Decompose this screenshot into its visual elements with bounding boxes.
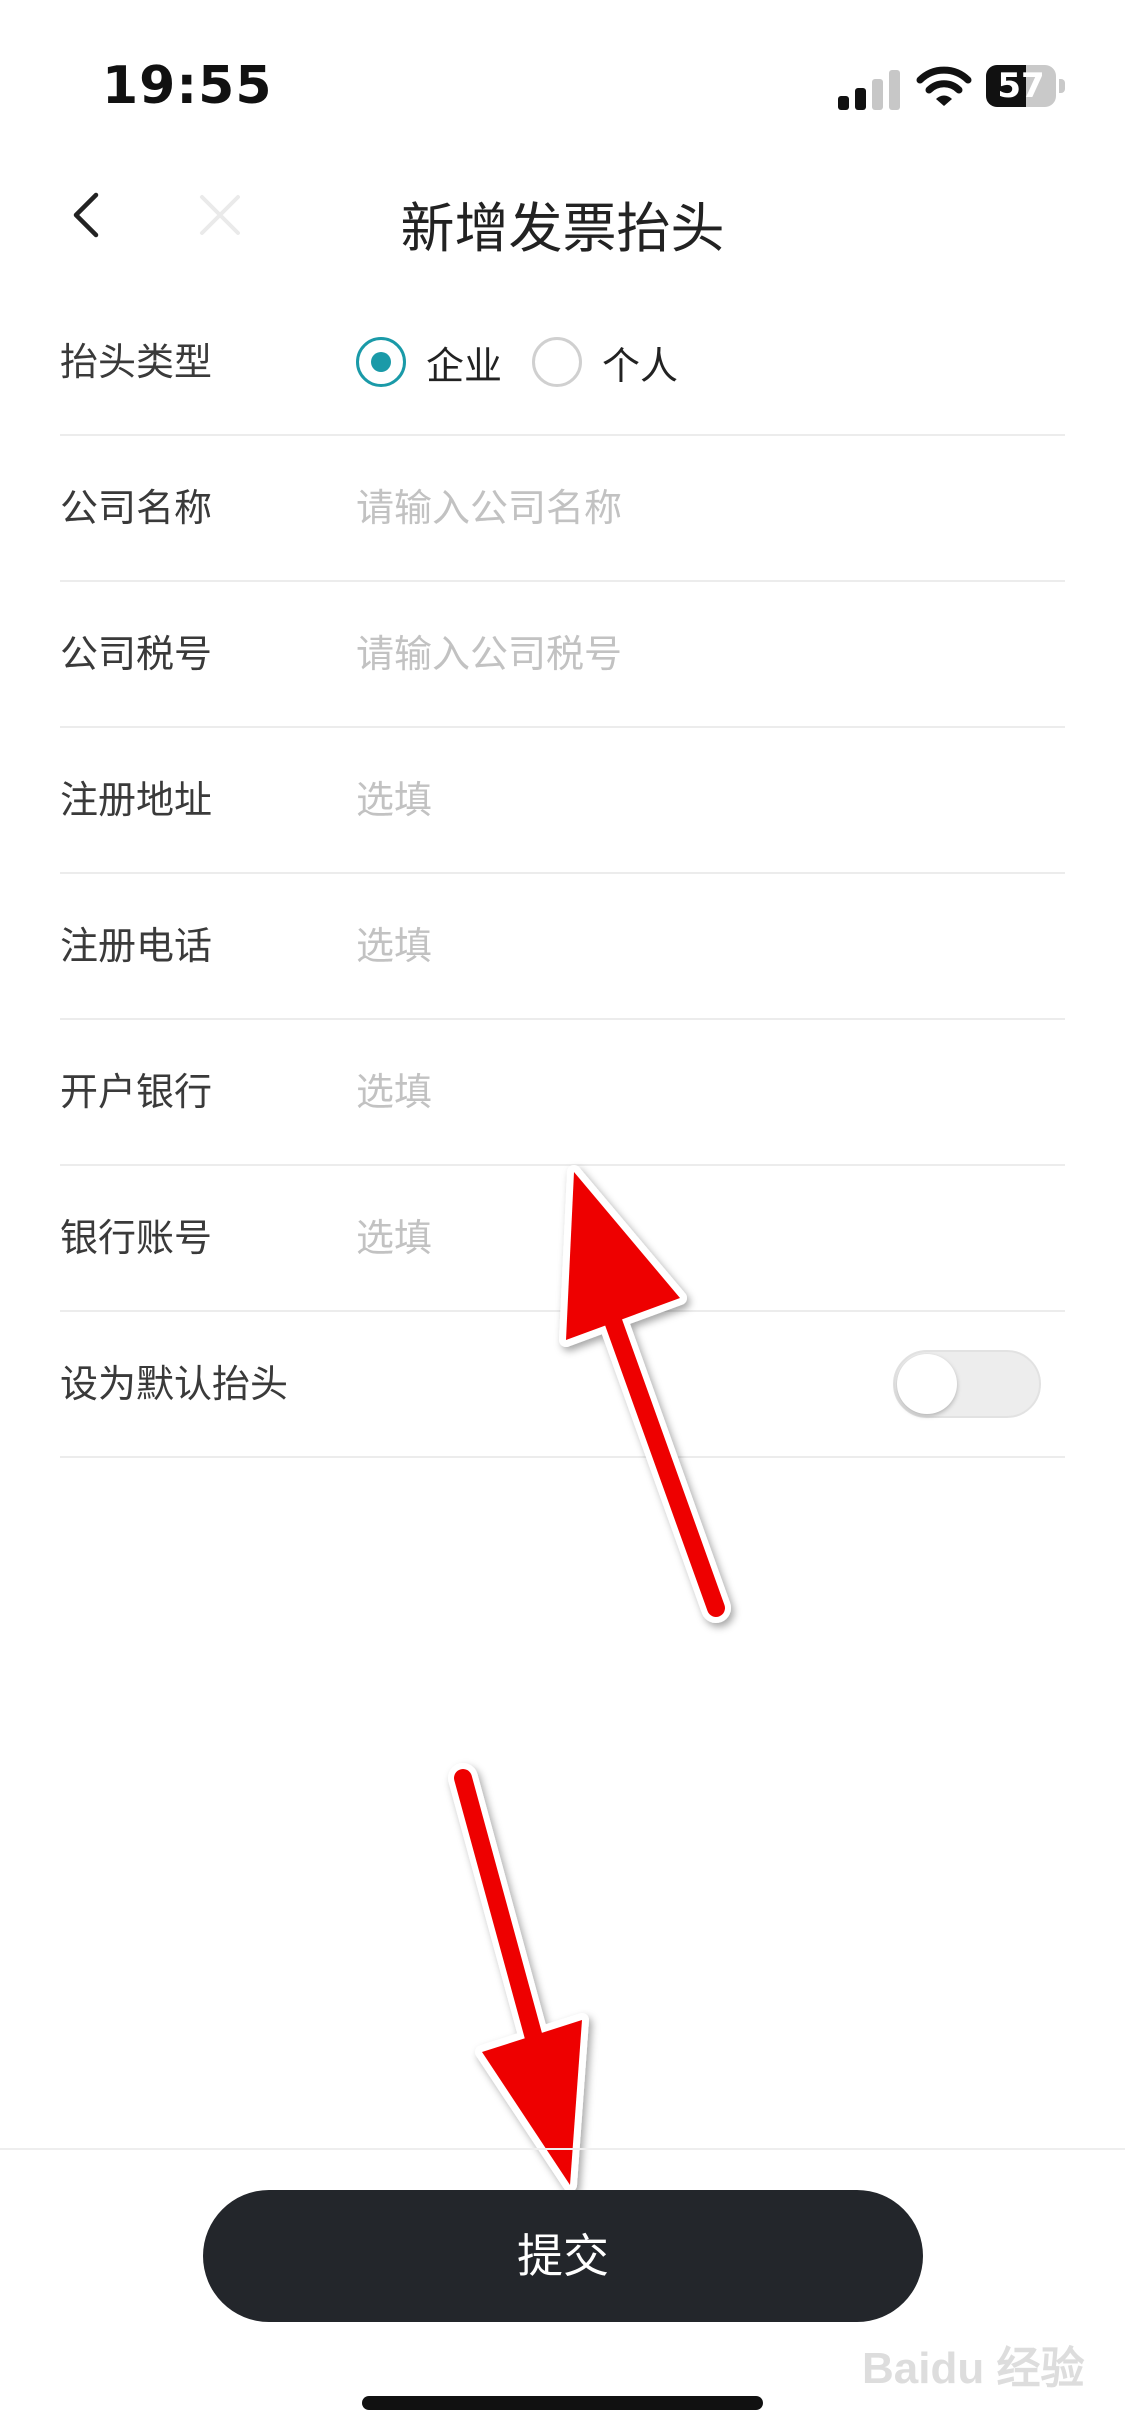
radio-unchecked-icon — [532, 337, 583, 387]
registered-phone-row: 注册电话 — [60, 874, 1065, 1020]
bank-account-row: 银行账号 — [60, 1166, 1065, 1312]
invoice-header-form: 抬头类型 企业 个人 公司名称 公司税号 注册地址 注册电话 开户银行 银行账号 — [60, 290, 1065, 1458]
registered-phone-label: 注册电话 — [60, 924, 213, 968]
radio-personal-label: 个人 — [602, 343, 679, 388]
status-bar: 19:55 57 — [0, 0, 1125, 150]
header-type-radio-group: 企业 个人 — [356, 290, 708, 434]
baidu-watermark: Baidu 经验 — [862, 2344, 1085, 2393]
registered-phone-input[interactable] — [356, 911, 1046, 981]
home-indicator — [362, 2396, 763, 2410]
registered-address-input[interactable] — [356, 765, 1046, 835]
default-header-toggle[interactable] — [893, 1350, 1041, 1418]
default-header-row: 设为默认抬头 — [60, 1312, 1065, 1458]
default-header-label: 设为默认抬头 — [60, 1362, 289, 1406]
header-type-row: 抬头类型 企业 个人 — [60, 290, 1065, 436]
cellular-signal-icon — [838, 66, 902, 110]
company-name-input[interactable] — [356, 473, 1046, 543]
page-title: 新增发票抬头 — [400, 197, 725, 260]
bank-name-row: 开户银行 — [60, 1020, 1065, 1166]
toggle-knob — [897, 1354, 957, 1414]
header-type-label: 抬头类型 — [60, 340, 213, 384]
radio-checked-icon — [356, 337, 406, 387]
battery-level: 57 — [997, 66, 1045, 106]
registered-address-row: 注册地址 — [60, 728, 1065, 874]
submit-button[interactable]: 提交 — [203, 2190, 923, 2322]
tax-id-label: 公司税号 — [60, 632, 213, 676]
registered-address-label: 注册地址 — [60, 778, 213, 822]
bank-account-label: 银行账号 — [60, 1216, 213, 1260]
company-name-label: 公司名称 — [60, 486, 213, 530]
battery-icon: 57 — [986, 65, 1066, 107]
radio-enterprise[interactable]: 企业 — [356, 335, 502, 390]
radio-personal[interactable]: 个人 — [532, 335, 678, 390]
bank-account-input[interactable] — [356, 1203, 1046, 1273]
status-time: 19:55 — [102, 56, 273, 116]
arrow-down-icon — [448, 1763, 589, 2192]
bank-name-label: 开户银行 — [60, 1070, 213, 1114]
tax-id-input[interactable] — [356, 619, 1046, 689]
radio-enterprise-label: 企业 — [426, 343, 503, 388]
bank-name-input[interactable] — [356, 1057, 1046, 1127]
bottom-divider — [0, 2148, 1125, 2150]
wifi-icon — [916, 66, 972, 106]
nav-bar: 新增发票抬头 — [0, 160, 1125, 270]
company-name-row: 公司名称 — [60, 436, 1065, 582]
tax-id-row: 公司税号 — [60, 582, 1065, 728]
